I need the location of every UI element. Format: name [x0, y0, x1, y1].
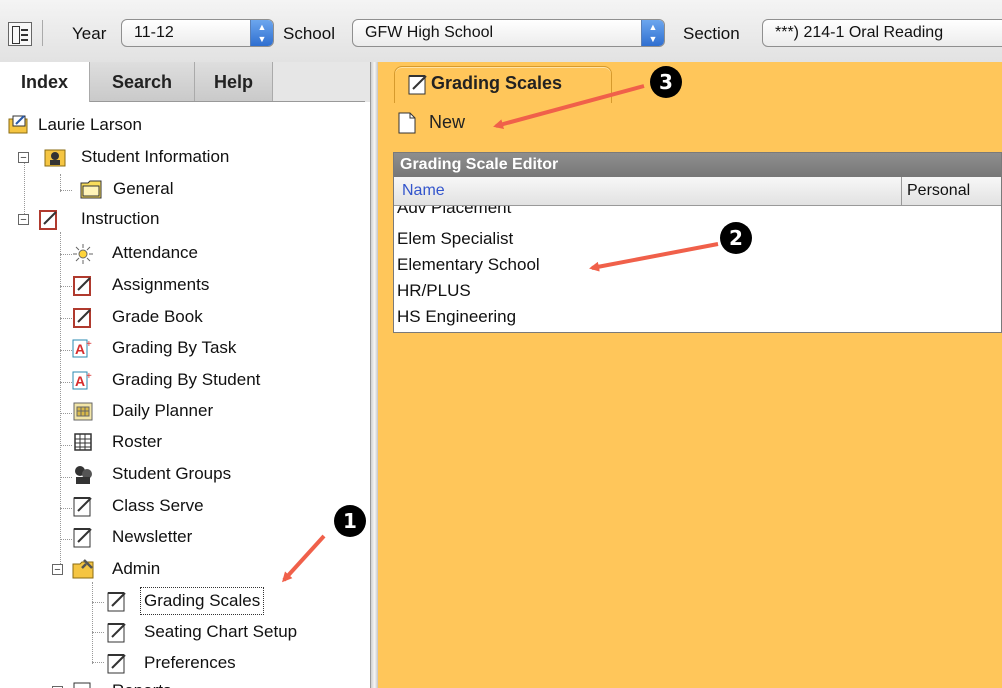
grade-a-plus-icon: A + — [72, 339, 92, 358]
tree-item-general-label: General — [113, 179, 174, 198]
tree-item-label: Attendance — [112, 243, 199, 262]
school-select-value: GFW High School — [365, 24, 494, 41]
tree-item-label: Grading By Student — [112, 370, 261, 389]
year-select-value: 11-12 — [134, 24, 174, 41]
grading-scale-editor: Grading Scale Editor Name Personal Adv P… — [393, 152, 1002, 333]
tab-grading-scales[interactable]: Grading Scales — [394, 66, 612, 103]
column-header-row: Name Personal — [394, 177, 1001, 206]
notepad-pencil-icon — [107, 654, 126, 674]
main-panel: Grading Scales New Grading Scale Editor … — [378, 62, 1002, 688]
toolbar-divider — [42, 20, 43, 46]
tree-item-label: Class Serve — [112, 496, 204, 515]
tree-item-label: Roster — [112, 432, 163, 451]
list-item[interactable]: Elementary School — [397, 254, 540, 276]
column-header-name[interactable]: Name — [402, 182, 445, 200]
grade-book-notepad-icon — [73, 308, 91, 328]
student-info-icon — [44, 149, 66, 167]
panel-toggle-icon[interactable] — [8, 22, 32, 46]
section-label: Section — [683, 24, 740, 43]
panel-splitter[interactable] — [370, 62, 378, 688]
list-item[interactable]: Adv Placement — [397, 206, 511, 219]
tree-item-user-label: Laurie Larson — [38, 115, 142, 134]
tree-item-instruction-label: Instruction — [81, 209, 160, 228]
tree-item-label: Reports — [112, 678, 172, 688]
tree-item-label: Seating Chart Setup — [144, 622, 298, 641]
school-label: School — [283, 24, 335, 43]
tree-item-label: Grade Book — [112, 307, 203, 326]
year-label: Year — [72, 24, 107, 43]
school-select[interactable]: GFW High School ▲ ▼ — [352, 19, 665, 47]
tab-search[interactable]: Search — [90, 62, 195, 102]
tab-index[interactable]: Index — [0, 62, 90, 102]
collapse-icon[interactable]: − — [18, 152, 29, 164]
svg-text:+: + — [86, 339, 92, 350]
left-tab-bar: Index Search Help — [0, 62, 370, 102]
collapse-icon[interactable]: − — [18, 214, 29, 226]
roster-grid-icon — [74, 433, 92, 451]
stepper-arrows-icon: ▲ ▼ — [641, 20, 664, 46]
folder-icon — [80, 180, 102, 199]
tab-help[interactable]: Help — [195, 62, 273, 102]
planner-calendar-icon — [73, 402, 93, 421]
tree-item-label: Grading By Task — [112, 338, 237, 357]
annotation-badge-1: 1 — [334, 505, 366, 537]
list-item[interactable]: HS Engineering — [397, 306, 516, 328]
top-toolbar: Year 11-12 ▲ ▼ School GFW High School ▲ ▼ … — [0, 0, 1002, 63]
list-item[interactable]: Elem Specialist — [397, 228, 513, 250]
tree-item-label: Daily Planner — [112, 401, 214, 420]
tree-item-label: Grading Scales — [139, 587, 265, 615]
student-groups-icon — [75, 466, 92, 484]
tree-item-admin-label: Admin — [112, 559, 161, 578]
notepad-pencil-icon — [73, 528, 92, 548]
stepper-arrows-icon: ▲ ▼ — [250, 20, 273, 46]
user-folder-icon — [8, 115, 28, 134]
scale-list: Adv Placement Elem Specialist Elementary… — [394, 206, 1001, 332]
svg-text:+: + — [86, 371, 92, 382]
collapse-icon[interactable]: − — [52, 564, 63, 576]
editor-title: Grading Scale Editor — [394, 153, 1001, 177]
tab-grading-scales-label: Grading Scales — [431, 73, 563, 93]
annotation-badge-2: 2 — [720, 222, 752, 254]
annotation-badge-3: 3 — [650, 66, 682, 98]
notepad-pencil-icon — [408, 75, 427, 95]
grade-a-plus-icon: A + — [72, 371, 92, 390]
new-document-icon — [398, 112, 416, 134]
notepad-pencil-icon — [107, 592, 126, 612]
year-select[interactable]: 11-12 ▲ ▼ — [121, 19, 274, 47]
svg-text:A: A — [75, 341, 85, 357]
instruction-book-icon — [39, 210, 57, 230]
notepad-pencil-icon — [73, 497, 92, 517]
tree-item-label: Newsletter — [112, 527, 193, 546]
section-select-value: ***) 214-1 Oral Reading — [775, 24, 944, 41]
tree-item-label: Assignments — [112, 275, 210, 294]
notepad-pencil-icon — [107, 623, 126, 643]
admin-toolbox-icon — [72, 559, 94, 579]
section-select[interactable]: ***) 214-1 Oral Reading — [762, 19, 1002, 47]
navigation-tree: Laurie Larson − Student Information Gene… — [0, 102, 370, 688]
folder-icon — [73, 682, 91, 688]
tree-item-label: Student Groups — [112, 464, 232, 483]
column-header-personal[interactable]: Personal — [907, 182, 970, 200]
list-item[interactable]: HR/PLUS — [397, 280, 471, 302]
new-button-label: New — [429, 112, 466, 132]
svg-text:A: A — [75, 373, 85, 389]
tree-item-student-information-label: Student Information — [81, 147, 230, 166]
tree-item-label: Preferences — [144, 653, 236, 672]
attendance-sun-icon — [73, 244, 93, 264]
assignments-notepad-icon — [73, 276, 91, 296]
